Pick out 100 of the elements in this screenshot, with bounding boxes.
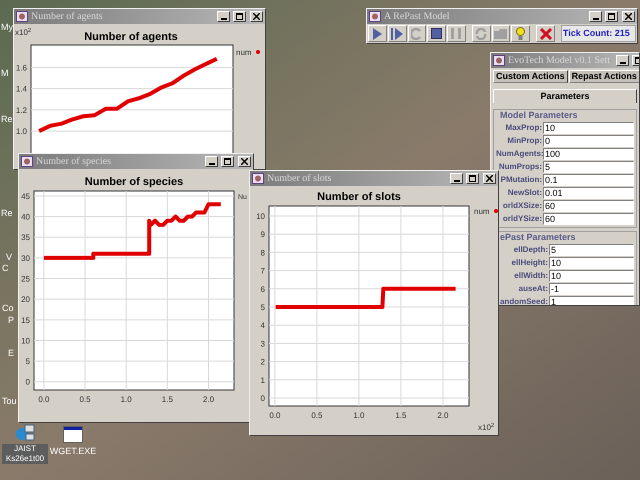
axis-tick-label: 1.6 [16,63,27,72]
step-icon [391,28,404,40]
axis-tick-label: 10 [256,212,265,221]
axis-tick-label: 10 [21,336,30,346]
program-window-icon [63,426,83,443]
toolbar-button[interactable] [388,25,407,42]
app-icon [252,173,264,184]
legend-label: num [236,48,252,57]
input-field[interactable]: 5 [549,244,634,256]
input-field[interactable]: 60 [543,213,634,225]
field-label: NewSlot: [506,188,542,198]
axis-exponent-label: x10$^{2}$ [15,27,32,39]
close-button[interactable] [483,173,496,184]
tab[interactable]: Parameters [493,88,637,102]
field-label: auseAt: [518,284,548,294]
input-field[interactable]: 10 [543,122,634,134]
reload-icon [411,28,422,40]
input-field[interactable]: 5 [543,161,634,173]
close-icon [486,175,493,182]
axis-tick-label: 9 [260,230,265,240]
minimize-button[interactable] [205,156,218,167]
close-icon [625,13,632,20]
toolbar-button[interactable] [536,25,555,42]
minimize-button[interactable] [217,11,230,22]
input-field[interactable]: 0.01 [543,187,634,199]
chart-title: Number of species [84,176,184,188]
field-label: orldYSize: [502,214,542,224]
exit-icon [540,28,552,40]
minimize-icon [208,163,214,165]
close-button[interactable] [622,11,635,22]
maximize-button[interactable] [233,11,246,22]
folder-icon [494,28,508,38]
window-title: A RePast Model [384,10,450,24]
input-field[interactable]: 0 [543,135,634,147]
input-field[interactable]: 60 [543,200,634,212]
input-field[interactable]: 10 [549,270,634,282]
axis-tick-label: 6 [260,284,265,294]
minimize-icon [592,18,598,20]
legend-label: num [474,207,490,216]
field-label: PMutation: [500,175,542,185]
input-field[interactable]: 0.1 [543,174,634,186]
play-icon [372,28,382,40]
desktop-icon-label[interactable]: WGET.EXE [50,446,96,456]
tab[interactable]: Custom Actions [493,70,568,83]
desktop-icon-label: V [6,252,12,262]
axis-tick-label: 0.5 [311,411,322,420]
axis-tick-label: 0 [26,378,30,387]
axis-tick-label: 2 [260,358,265,367]
tick-count: Tick Count: 215 [560,25,636,42]
axis-tick-label: 1.2 [16,106,27,115]
maximize-button[interactable] [605,11,618,22]
refresh-icon [475,28,488,40]
axis-tick-label: 2.0 [202,395,214,404]
axis-exponent-label: x10$^{2}$ [478,422,494,434]
lightbulb-icon [516,27,526,40]
close-icon [253,13,260,20]
axis-tick-label: 0 [260,394,265,403]
axis-tick-label: 1.4 [16,84,27,94]
input-field[interactable]: 1 [549,296,634,305]
minimize-button[interactable] [589,11,602,22]
toolbar-button[interactable] [427,25,446,42]
tab[interactable]: Repast Actions [568,70,639,83]
minimize-icon [454,180,460,182]
desktop-icon-label: My [1,22,13,32]
desktop-icon-label: Re [1,208,13,218]
app-icon [21,156,33,167]
input-field[interactable]: 10 [549,257,634,269]
minimize-button[interactable] [616,55,630,66]
desktop-icon-label[interactable]: JAIST Ks26e1t00 [2,444,48,464]
maximize-button[interactable] [221,156,234,167]
app-icon [369,11,381,22]
field-label: MaxProp: [504,123,542,133]
axis-tick-label: 0.5 [79,395,91,404]
input-field[interactable]: 100 [543,148,634,160]
close-icon [241,158,248,165]
field-label: andomSeed: [498,297,548,305]
window-title: Number of species [36,155,111,169]
axis-tick-label: 30 [21,254,30,263]
field-label: MinProp: [506,136,542,146]
field-label: NumProps: [498,162,542,172]
axis-tick-label: 1.5 [162,395,173,404]
maximize-button[interactable] [466,173,479,184]
minimize-button[interactable] [450,173,463,184]
input-field[interactable]: -1 [549,283,634,295]
chart-title: Number of slots [317,191,401,203]
desktop-icon-label: Re [1,114,13,124]
maximize-icon [224,158,231,165]
axis-tick-label: 8 [260,248,265,258]
axis-tick-label: 7 [260,266,265,276]
toolbar-button[interactable] [368,25,387,42]
axis-tick-label: 15 [21,316,30,325]
maximize-icon [469,175,476,182]
field-label: NumAgents: [496,149,542,159]
axis-tick-label: 5 [260,303,265,312]
axis-tick-label: 4 [260,321,265,330]
axis-tick-label: 1 [260,376,265,385]
close-button[interactable] [250,11,263,22]
maximize-icon [608,13,615,20]
desktop-icon-label: Tou [2,396,17,406]
close-button[interactable] [238,156,251,167]
